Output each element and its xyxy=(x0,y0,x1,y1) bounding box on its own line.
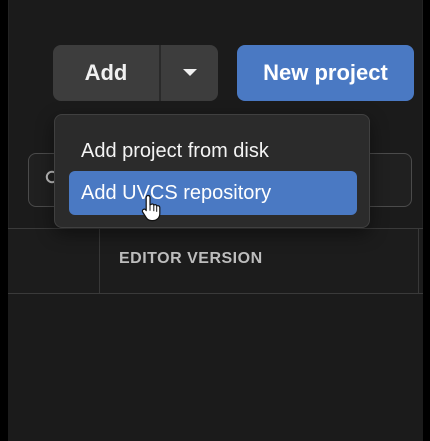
chevron-down-icon xyxy=(182,69,197,76)
add-button[interactable]: Add xyxy=(53,45,159,101)
column-header-editor-version[interactable]: EDITOR VERSION xyxy=(119,250,263,268)
application-window: Add New project Add project from disk Ad… xyxy=(8,0,423,441)
menu-item-add-project-from-disk[interactable]: Add project from disk xyxy=(69,129,357,173)
column-divider-left xyxy=(99,229,100,293)
add-dropdown-menu: Add project from disk Add UVCS repositor… xyxy=(54,114,370,228)
column-divider-right xyxy=(418,229,419,293)
project-list-area xyxy=(8,294,423,441)
add-split-button: Add xyxy=(53,45,218,101)
new-project-button[interactable]: New project xyxy=(237,45,414,101)
screenshot-frame: Add New project Add project from disk Ad… xyxy=(0,0,430,441)
add-dropdown-toggle[interactable] xyxy=(161,45,218,101)
project-table-header: EDITOR VERSION xyxy=(8,228,423,294)
menu-item-add-uvcs-repository[interactable]: Add UVCS repository xyxy=(69,171,357,215)
